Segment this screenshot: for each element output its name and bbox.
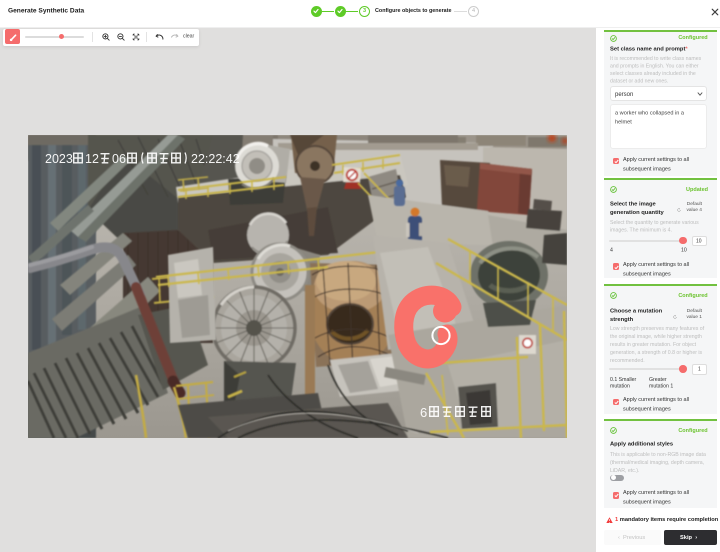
svg-text:06: 06: [112, 152, 126, 166]
svg-text:12: 12: [85, 152, 99, 166]
svg-text:22:22:42: 22:22:42: [191, 152, 240, 166]
svg-text:6: 6: [420, 405, 427, 420]
svg-text:2023: 2023: [45, 152, 73, 166]
